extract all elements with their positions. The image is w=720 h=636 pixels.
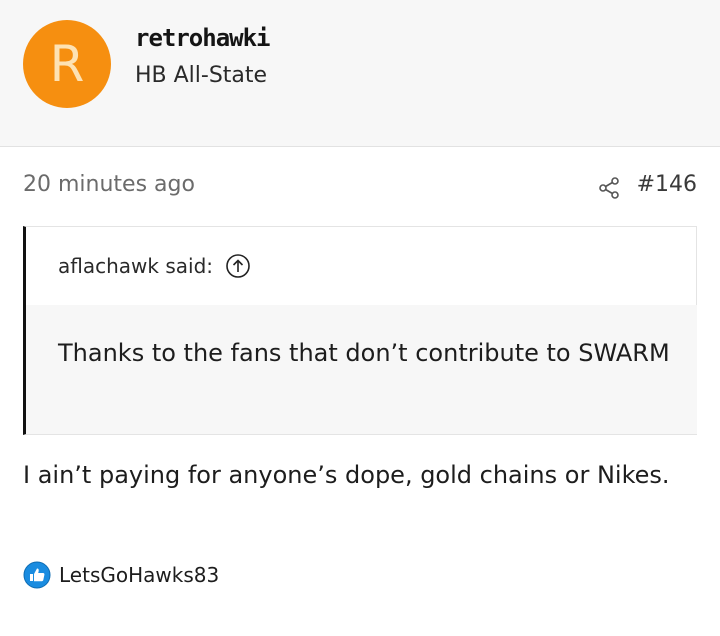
post-number-link[interactable]: #146 — [637, 172, 697, 197]
avatar[interactable]: R — [23, 20, 111, 108]
username-link[interactable]: retrohawki — [135, 24, 270, 52]
reactions-bar[interactable]: LetsGoHawks83 — [23, 560, 219, 590]
like-icon — [23, 561, 51, 589]
post-meta: 20 minutes ago #146 — [23, 172, 697, 202]
quote-author-label: aflachawk said: — [58, 254, 213, 278]
share-icon[interactable] — [597, 176, 621, 200]
post-timestamp-link[interactable]: 20 minutes ago — [23, 172, 195, 197]
reaction-users-link[interactable]: LetsGoHawks83 — [59, 563, 219, 587]
user-title: HB All-State — [135, 63, 268, 88]
user-header: R retrohawki HB All-State — [0, 0, 720, 147]
arrow-up-circle-icon[interactable] — [225, 253, 251, 279]
quote-text: Thanks to the fans that don’t contribute… — [58, 339, 670, 367]
post-body: I ain’t paying for anyone’s dope, gold c… — [23, 461, 670, 489]
avatar-letter: R — [49, 35, 85, 93]
quote-block: aflachawk said: Thanks to the fans that … — [23, 226, 697, 435]
quote-body: Thanks to the fans that don’t contribute… — [26, 305, 697, 434]
quote-attribution[interactable]: aflachawk said: — [58, 253, 251, 279]
